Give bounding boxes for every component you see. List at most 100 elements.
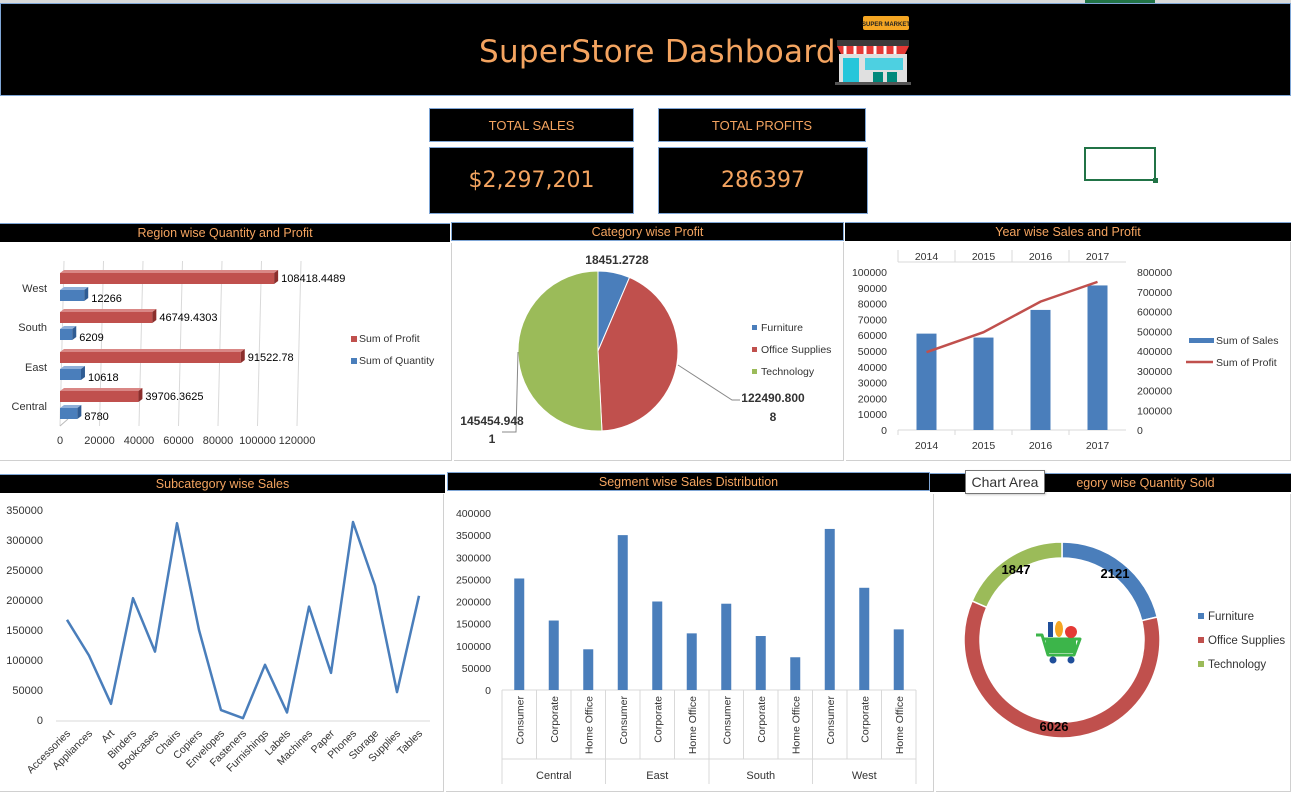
segment-group-label: Central [536, 770, 571, 782]
cart-wheel [1049, 656, 1057, 664]
subcategory-chart-area[interactable]: 0 50000 100000 150000 200000 250000 300000 3500… [0, 494, 444, 792]
segment-chart-title: Segment wise Sales Distribution [447, 472, 930, 491]
year-y-tick: 70000 [858, 314, 887, 326]
segment-chart-area[interactable]: 0 50000 100000 150000 200000 250000 300000 3500… [446, 494, 934, 792]
segment-bar [721, 603, 732, 690]
segment-y-tick: 150000 [456, 619, 491, 631]
donut-slice-office-supplies [963, 599, 1161, 739]
region-profit-bar-top [60, 349, 245, 352]
supermarket-sign-text: SUPER MARKET [862, 22, 910, 28]
region-profit-bar [60, 312, 153, 323]
category-legend-swatch [752, 325, 757, 330]
category-qty-donut-chart[interactable]: 2121 6026 1847 Furniture Office Supplies Tech… [936, 494, 1291, 792]
region-gridline [217, 260, 223, 427]
subcat-y-tick: 200000 [6, 595, 43, 607]
category-pie-chart[interactable]: 18451.2728 122490.800 8 145454.948 1 Furnitur… [454, 242, 844, 461]
cart-wheel [1067, 656, 1075, 664]
subcat-y-tick: 300000 [6, 535, 43, 547]
cart-basket [1046, 639, 1076, 653]
category-data-label: 1 [489, 432, 496, 446]
region-profit-bar [60, 273, 275, 284]
region-chart[interactable]: 0 20000 40000 60000 80000 100000 120000 West 108… [0, 243, 452, 461]
segment-y-tick: 200000 [456, 597, 491, 609]
region-profit-data-label: 91522.78 [248, 352, 294, 364]
segment-group-label: West [852, 770, 877, 782]
year-y2-tick: 700000 [1137, 287, 1172, 299]
segment-bar [755, 636, 766, 690]
region-profit-bar [60, 352, 241, 363]
donut-data-label: 6026 [1040, 719, 1069, 734]
dashboard-sheet: SuperStore Dashboard SUPER MARKET TOTAL … [0, 0, 1291, 792]
category-chart-title: Category wise Profit [451, 222, 844, 241]
subcat-sales-line [65, 520, 421, 720]
year-x-tick: 2017 [1086, 440, 1110, 452]
subcat-y-tick: 350000 [6, 505, 43, 517]
dashboard-header: SuperStore Dashboard SUPER MARKET [0, 3, 1291, 96]
segment-bar [686, 633, 697, 690]
donut-legend-swatch [1198, 637, 1204, 643]
segment-y-tick: 0 [485, 685, 491, 697]
region-profit-bar-top [60, 270, 279, 273]
donut-data-label: 1847 [1002, 562, 1031, 577]
cart-bottle [1048, 622, 1053, 637]
year-y-tick: 100000 [852, 267, 887, 279]
segment-bar [859, 587, 870, 690]
category-data-label: 18451.2728 [585, 253, 649, 267]
region-category-label: East [25, 362, 47, 374]
donut-legend-swatch [1198, 661, 1204, 667]
selected-cell[interactable] [1084, 147, 1158, 183]
year-y2-tick: 600000 [1137, 307, 1172, 319]
category-legend-label: Office Supplies [761, 344, 831, 356]
year-legend-sales: Sum of Sales [1216, 335, 1278, 347]
category-chart-area[interactable]: 18451.2728 122490.800 8 145454.948 1 Furnitur… [454, 242, 844, 461]
total-profits-value: 286397 [658, 147, 868, 214]
region-x-tick: 80000 [203, 435, 234, 447]
subcategory-line-chart[interactable]: 0 50000 100000 150000 200000 250000 300000 3500… [0, 494, 444, 792]
region-x-tick: 0 [57, 435, 63, 447]
year-y-tick: 90000 [858, 283, 887, 295]
category-data-label: 8 [770, 410, 777, 424]
year-chart-area[interactable]: 0 10000 20000 30000 40000 50000 60000 70000 8000… [846, 242, 1291, 461]
segment-bar [790, 657, 801, 690]
year-top-label: 2014 [915, 251, 939, 263]
segment-category-label: Corporate [652, 696, 664, 743]
year-y-tick: 10000 [858, 409, 887, 421]
segment-group-label: East [646, 770, 668, 782]
year-combo-chart[interactable]: 0 10000 20000 30000 40000 50000 60000 70000 8000… [846, 242, 1291, 461]
region-quantity-bar [60, 369, 81, 380]
region-x-tick: 60000 [163, 435, 194, 447]
subcategory-chart-title: Subcategory wise Sales [0, 474, 445, 493]
segment-y-tick: 400000 [456, 508, 491, 520]
shopping-cart-icon [1036, 621, 1082, 664]
segment-bar [583, 649, 594, 690]
year-x-tick: 2014 [915, 440, 939, 452]
subcat-y-tick: 250000 [6, 565, 43, 577]
segment-bar [548, 620, 559, 690]
segment-bar-chart[interactable]: 0 50000 100000 150000 200000 250000 300000 3500… [446, 494, 934, 792]
segment-group-label: South [746, 770, 775, 782]
region-x-tick: 100000 [239, 435, 276, 447]
segment-bar [893, 629, 904, 690]
category-legend-label: Furniture [761, 322, 803, 334]
segment-category-label: Home Office [790, 696, 802, 754]
year-legend-profit: Sum of Profit [1216, 357, 1277, 369]
donut-legend-label: Office Supplies [1208, 635, 1285, 647]
subcat-y-tick: 0 [37, 715, 43, 727]
cart-bread [1055, 621, 1063, 637]
year-y-tick: 80000 [858, 299, 887, 311]
year-sales-bar [1030, 309, 1051, 430]
region-category-label: South [18, 322, 47, 334]
region-chart-area[interactable]: 0 20000 40000 60000 80000 100000 120000 West 108… [0, 243, 452, 461]
year-top-label: 2017 [1086, 251, 1110, 263]
dashboard-title: SuperStore Dashboard [479, 34, 836, 70]
category-qty-chart-area[interactable]: 2121 6026 1847 Furniture Office Supplies Tech… [936, 494, 1291, 792]
year-x-tick: 2015 [972, 440, 996, 452]
total-profits-label: TOTAL PROFITS [658, 108, 866, 142]
category-data-label: 122490.800 [741, 391, 805, 405]
segment-category-label: Consumer [721, 695, 733, 744]
donut-slice-furniture [1061, 541, 1159, 622]
region-quantity-data-label: 10618 [88, 372, 119, 384]
segment-bar [824, 528, 835, 690]
year-y2-tick: 0 [1137, 425, 1143, 437]
year-chart-title: Year wise Sales and Profit [845, 222, 1291, 241]
